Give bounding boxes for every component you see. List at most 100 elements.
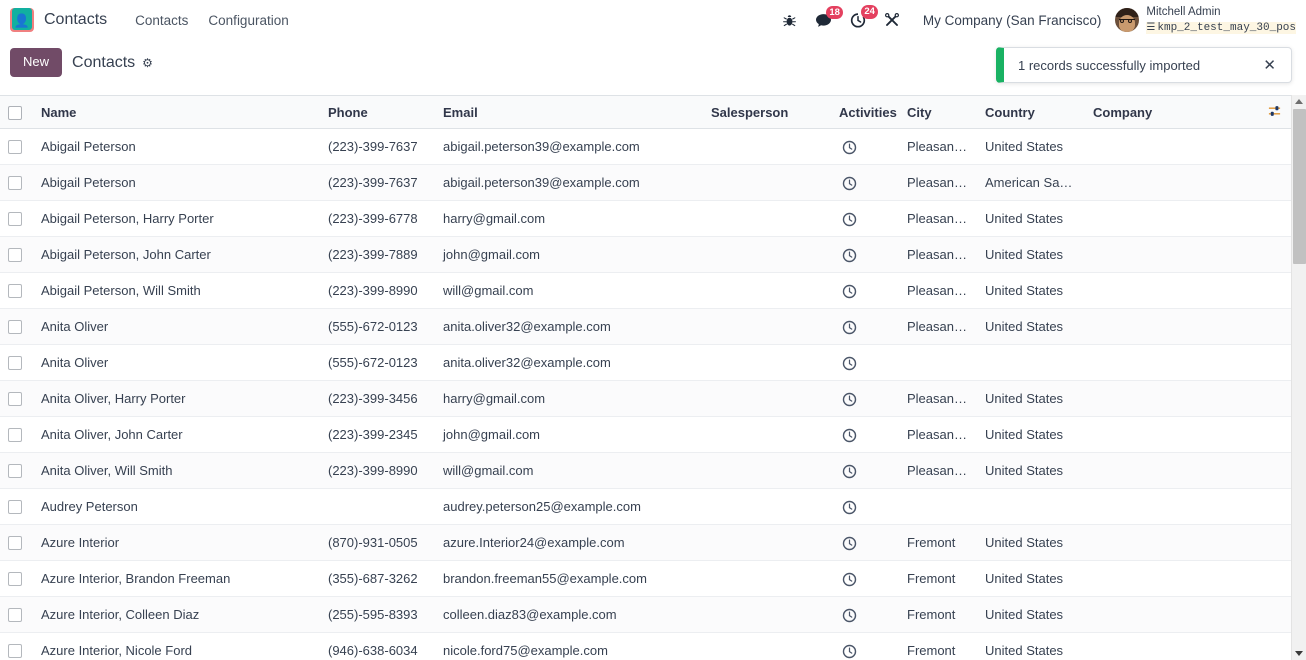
table-row[interactable]: Abigail Peterson, John Carter (223)-399-7… <box>0 236 1291 273</box>
cell-activities[interactable] <box>831 272 899 309</box>
row-checkbox[interactable] <box>8 356 22 371</box>
cell-activities[interactable] <box>831 164 899 201</box>
activity-clock-icon[interactable] <box>842 354 857 370</box>
activity-clock-icon[interactable] <box>842 642 857 658</box>
cell-activities[interactable] <box>831 524 899 561</box>
row-checkbox-cell[interactable] <box>0 416 33 453</box>
contacts-app-icon[interactable]: 👤 <box>10 8 34 32</box>
cell-name[interactable]: Abigail Peterson, John Carter <box>33 236 320 273</box>
table-row[interactable]: Anita Oliver (555)-672-0123 anita.oliver32… <box>0 308 1291 345</box>
nav-menu-configuration[interactable]: Configuration <box>198 7 298 34</box>
cell-activities[interactable] <box>831 344 899 381</box>
column-header-activities[interactable]: Activities <box>831 95 899 129</box>
table-row[interactable]: Abigail Peterson, Will Smith (223)-399-89… <box>0 272 1291 309</box>
row-checkbox[interactable] <box>8 644 22 659</box>
activity-clock-icon[interactable] <box>842 390 857 406</box>
column-header-salesperson[interactable]: Salesperson <box>703 95 831 129</box>
row-checkbox-cell[interactable] <box>0 272 33 309</box>
activity-clock-icon[interactable] <box>842 282 857 298</box>
table-row[interactable]: Anita Oliver (555)-672-0123 anita.oliver32… <box>0 344 1291 381</box>
cell-activities[interactable] <box>831 200 899 237</box>
vertical-scrollbar[interactable] <box>1291 95 1306 660</box>
select-all-cell[interactable] <box>0 95 33 129</box>
column-header-country[interactable]: Country <box>977 95 1085 129</box>
row-checkbox-cell[interactable] <box>0 632 33 660</box>
cell-name[interactable]: Abigail Peterson, Will Smith <box>33 272 320 309</box>
select-all-checkbox[interactable] <box>8 105 22 120</box>
cell-activities[interactable] <box>831 452 899 489</box>
row-checkbox-cell[interactable] <box>0 452 33 489</box>
row-checkbox[interactable] <box>8 428 22 443</box>
close-icon[interactable]: ✕ <box>1260 56 1279 75</box>
row-checkbox[interactable] <box>8 212 22 227</box>
row-checkbox-cell[interactable] <box>0 128 33 165</box>
scroll-up-arrow-icon[interactable] <box>1295 99 1303 104</box>
cell-name[interactable]: Azure Interior <box>33 524 320 561</box>
scroll-down-arrow-icon[interactable] <box>1295 651 1303 656</box>
table-row[interactable]: Anita Oliver, Will Smith (223)-399-8990 wi… <box>0 452 1291 489</box>
activity-clock-icon[interactable] <box>842 318 857 334</box>
activity-clock-icon[interactable] <box>842 174 857 190</box>
activity-clock-icon[interactable] <box>842 210 857 226</box>
cell-activities[interactable] <box>831 416 899 453</box>
table-row[interactable]: Azure Interior, Nicole Ford (946)-638-603… <box>0 632 1291 660</box>
cell-activities[interactable] <box>831 632 899 660</box>
gear-icon[interactable]: ⚙ <box>142 57 153 69</box>
cell-activities[interactable] <box>831 236 899 273</box>
row-checkbox-cell[interactable] <box>0 344 33 381</box>
cell-activities[interactable] <box>831 128 899 165</box>
row-checkbox-cell[interactable] <box>0 488 33 525</box>
cell-name[interactable]: Azure Interior, Nicole Ford <box>33 632 320 660</box>
activity-clock-icon[interactable] <box>842 246 857 262</box>
table-row[interactable]: Azure Interior, Colleen Diaz (255)-595-83… <box>0 596 1291 633</box>
cell-name[interactable]: Abigail Peterson <box>33 128 320 165</box>
table-row[interactable]: Abigail Peterson, Harry Porter (223)-399-… <box>0 200 1291 237</box>
table-row[interactable]: Anita Oliver, Harry Porter (223)-399-3456… <box>0 380 1291 417</box>
row-checkbox[interactable] <box>8 500 22 515</box>
bug-icon[interactable] <box>782 13 797 28</box>
row-checkbox[interactable] <box>8 284 22 299</box>
row-checkbox[interactable] <box>8 572 22 587</box>
activity-clock-icon[interactable] <box>842 534 857 550</box>
row-checkbox-cell[interactable] <box>0 596 33 633</box>
cell-name[interactable]: Azure Interior, Colleen Diaz <box>33 596 320 633</box>
row-checkbox-cell[interactable] <box>0 236 33 273</box>
table-row[interactable]: Audrey Peterson audrey.peterson25@example… <box>0 488 1291 525</box>
cell-activities[interactable] <box>831 560 899 597</box>
row-checkbox-cell[interactable] <box>0 308 33 345</box>
table-row[interactable]: Azure Interior, Brandon Freeman (355)-687… <box>0 560 1291 597</box>
row-checkbox-cell[interactable] <box>0 560 33 597</box>
column-header-phone[interactable]: Phone <box>320 95 435 129</box>
row-checkbox-cell[interactable] <box>0 380 33 417</box>
cell-name[interactable]: Anita Oliver, Harry Porter <box>33 380 320 417</box>
row-checkbox[interactable] <box>8 392 22 407</box>
row-checkbox[interactable] <box>8 176 22 191</box>
cell-activities[interactable] <box>831 308 899 345</box>
activity-clock-icon[interactable] <box>842 606 857 622</box>
activity-clock-icon[interactable] <box>842 462 857 478</box>
nav-menu-contacts[interactable]: Contacts <box>125 7 198 34</box>
table-row[interactable]: Abigail Peterson (223)-399-7637 abigail.pe… <box>0 164 1291 201</box>
table-row[interactable]: Abigail Peterson (223)-399-7637 abigail.pe… <box>0 128 1291 165</box>
row-checkbox[interactable] <box>8 140 22 155</box>
cell-name[interactable]: Audrey Peterson <box>33 488 320 525</box>
column-header-name[interactable]: Name <box>33 95 320 129</box>
optional-columns-toggle[interactable] <box>1255 95 1291 129</box>
table-row[interactable]: Azure Interior (870)-931-0505 azure.Interi… <box>0 524 1291 561</box>
row-checkbox-cell[interactable] <box>0 200 33 237</box>
cell-name[interactable]: Anita Oliver, John Carter <box>33 416 320 453</box>
row-checkbox[interactable] <box>8 464 22 479</box>
row-checkbox[interactable] <box>8 536 22 551</box>
user-menu[interactable]: Mitchell Admin ☰ kmp_2_test_may_30_pos <box>1115 6 1296 35</box>
column-header-email[interactable]: Email <box>435 95 703 129</box>
cell-name[interactable]: Abigail Peterson, Harry Porter <box>33 200 320 237</box>
cell-name[interactable]: Anita Oliver <box>33 308 320 345</box>
company-switcher[interactable]: My Company (San Francisco) <box>923 13 1102 28</box>
row-checkbox-cell[interactable] <box>0 164 33 201</box>
activity-clock-icon[interactable] <box>842 570 857 586</box>
row-checkbox-cell[interactable] <box>0 524 33 561</box>
activities-clock-icon[interactable]: 24 <box>850 5 879 28</box>
table-row[interactable]: Anita Oliver, John Carter (223)-399-2345 j… <box>0 416 1291 453</box>
cell-name[interactable]: Azure Interior, Brandon Freeman <box>33 560 320 597</box>
row-checkbox[interactable] <box>8 608 22 623</box>
